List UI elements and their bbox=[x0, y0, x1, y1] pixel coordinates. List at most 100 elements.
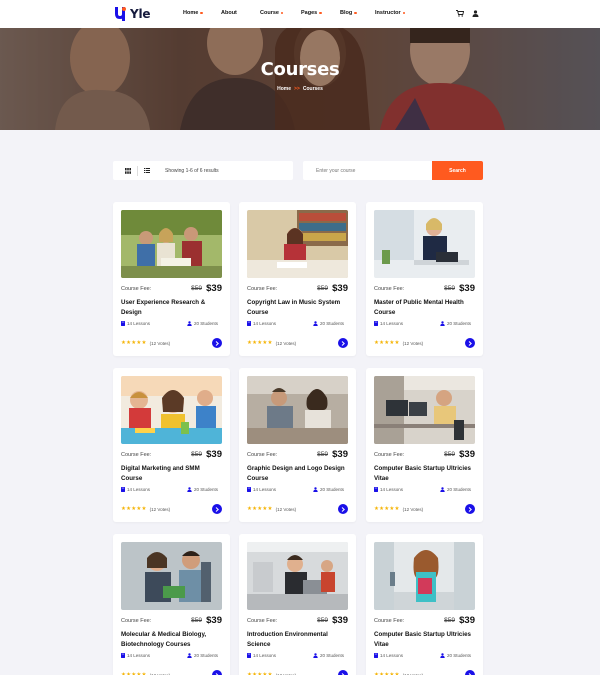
search-button[interactable]: Search bbox=[432, 161, 483, 180]
rating-stars-icon: ★★★★★ bbox=[374, 506, 400, 512]
course-card-2[interactable]: Course Fee: $59 $39 Copyright Law in Mus… bbox=[239, 202, 356, 356]
course-card-3[interactable]: Course Fee: $59 $39 Master of Public Men… bbox=[366, 202, 483, 356]
course-title[interactable]: Computer Basic Startup Ultricies Vitae bbox=[374, 630, 475, 649]
lessons-count: 14 Lessons bbox=[247, 321, 276, 326]
view-course-button[interactable] bbox=[465, 670, 475, 675]
nav-course[interactable]: Course bbox=[260, 10, 284, 16]
lessons-count: 14 Lessons bbox=[247, 653, 276, 658]
course-image bbox=[247, 376, 348, 444]
old-price: $59 bbox=[444, 285, 455, 292]
view-course-button[interactable] bbox=[212, 504, 222, 514]
students-icon bbox=[440, 653, 445, 658]
students-count: 20 Students bbox=[313, 321, 344, 326]
old-price: $59 bbox=[444, 451, 455, 458]
chevron-right-icon bbox=[215, 340, 219, 346]
grid-view-button[interactable] bbox=[122, 161, 134, 180]
hero-banner: Courses Home >> Courses bbox=[0, 28, 600, 130]
book-icon bbox=[121, 321, 125, 326]
course-fee-row: Course Fee: $59 $39 bbox=[374, 283, 475, 295]
fee-label: Course Fee: bbox=[121, 452, 152, 458]
view-course-button[interactable] bbox=[465, 504, 475, 514]
students-icon bbox=[313, 321, 318, 326]
view-course-button[interactable] bbox=[465, 338, 475, 348]
view-toolbar: Showing 1-6 of 6 results bbox=[113, 161, 293, 180]
page-title: Courses bbox=[260, 59, 340, 80]
course-image bbox=[247, 210, 348, 278]
view-course-button[interactable] bbox=[338, 670, 348, 675]
course-thumbnail[interactable] bbox=[247, 376, 348, 444]
book-icon bbox=[374, 321, 378, 326]
cart-icon[interactable] bbox=[456, 10, 464, 17]
fee-label: Course Fee: bbox=[247, 286, 278, 292]
course-title[interactable]: Digital Marketing and SMM Course bbox=[121, 464, 222, 483]
course-thumbnail[interactable] bbox=[374, 542, 475, 610]
students-count: 20 Students bbox=[313, 487, 344, 492]
fee-label: Course Fee: bbox=[374, 452, 405, 458]
course-title[interactable]: Molecular & Medical Biology, Biotechnolo… bbox=[121, 630, 222, 649]
course-card-6[interactable]: Course Fee: $59 $39 Computer Basic Start… bbox=[366, 368, 483, 522]
votes-text: (12 Votes) bbox=[149, 340, 171, 346]
course-title[interactable]: Graphic Design and Logo Design Course bbox=[247, 464, 348, 483]
course-thumbnail[interactable] bbox=[121, 542, 222, 610]
votes-text: (12 Votes) bbox=[275, 506, 297, 512]
course-fee-row: Course Fee: $59 $39 bbox=[121, 283, 222, 295]
course-card-4[interactable]: Course Fee: $59 $39 Digital Marketing an… bbox=[113, 368, 230, 522]
course-thumbnail[interactable] bbox=[247, 210, 348, 278]
lessons-text: 14 Lessons bbox=[127, 321, 151, 326]
lessons-count: 14 Lessons bbox=[374, 321, 403, 326]
logo-text: Yle bbox=[130, 7, 151, 21]
course-title[interactable]: Master of Public Mental Health Course bbox=[374, 298, 475, 317]
nav-about[interactable]: About bbox=[221, 10, 237, 16]
students-text: 20 Students bbox=[447, 653, 472, 658]
lessons-text: 14 Lessons bbox=[127, 487, 151, 492]
course-thumbnail[interactable] bbox=[374, 210, 475, 278]
logo[interactable]: Yle bbox=[113, 6, 151, 22]
rating: ★★★★★ (12 Votes) bbox=[374, 340, 423, 346]
course-title[interactable]: Copyright Law in Music System Course bbox=[247, 298, 348, 317]
course-title[interactable]: User Experience Research & Design bbox=[121, 298, 222, 317]
view-course-button[interactable] bbox=[212, 670, 222, 675]
fee-label: Course Fee: bbox=[374, 286, 405, 292]
course-title[interactable]: Introduction Environmental Science bbox=[247, 630, 348, 649]
nav-blog[interactable]: Blog bbox=[340, 10, 357, 16]
votes-text: (12 Votes) bbox=[275, 340, 297, 346]
list-view-button[interactable] bbox=[141, 161, 153, 180]
course-image bbox=[374, 210, 475, 278]
lessons-count: 14 Lessons bbox=[374, 653, 403, 658]
nav-home[interactable]: Home bbox=[183, 10, 203, 16]
students-icon bbox=[187, 321, 192, 326]
course-title[interactable]: Computer Basic Startup Ultricies Vitae bbox=[374, 464, 475, 483]
students-text: 20 Students bbox=[320, 487, 345, 492]
course-thumbnail[interactable] bbox=[121, 376, 222, 444]
course-card-8[interactable]: Course Fee: $59 $39 Introduction Environ… bbox=[239, 534, 356, 675]
search-input[interactable] bbox=[303, 161, 432, 180]
view-course-button[interactable] bbox=[338, 338, 348, 348]
votes-text: (12 Votes) bbox=[402, 340, 424, 346]
lessons-count: 14 Lessons bbox=[121, 487, 150, 492]
course-fee-row: Course Fee: $59 $39 bbox=[374, 615, 475, 627]
lessons-text: 14 Lessons bbox=[253, 487, 277, 492]
price: $39 bbox=[206, 449, 222, 460]
course-thumbnail[interactable] bbox=[374, 376, 475, 444]
course-image bbox=[121, 542, 222, 610]
breadcrumb: Home >> Courses bbox=[0, 86, 600, 92]
view-course-button[interactable] bbox=[212, 338, 222, 348]
course-card-5[interactable]: Course Fee: $59 $39 Graphic Design and L… bbox=[239, 368, 356, 522]
course-thumbnail[interactable] bbox=[121, 210, 222, 278]
view-course-button[interactable] bbox=[338, 504, 348, 514]
course-thumbnail[interactable] bbox=[247, 542, 348, 610]
students-text: 20 Students bbox=[194, 321, 219, 326]
course-fee-row: Course Fee: $59 $39 bbox=[247, 449, 348, 461]
nav-pages[interactable]: Pages bbox=[301, 10, 322, 16]
user-icon[interactable] bbox=[472, 10, 479, 17]
course-card-1[interactable]: Course Fee: $59 $39 User Experience Rese… bbox=[113, 202, 230, 356]
course-card-9[interactable]: Course Fee: $59 $39 Computer Basic Start… bbox=[366, 534, 483, 675]
course-card-7[interactable]: Course Fee: $59 $39 Molecular & Medical … bbox=[113, 534, 230, 675]
breadcrumb-home[interactable]: Home bbox=[277, 86, 291, 92]
nav-instructor[interactable]: Instructor bbox=[375, 10, 406, 16]
book-icon bbox=[121, 487, 125, 492]
lessons-count: 14 Lessons bbox=[247, 487, 276, 492]
course-fee-row: Course Fee: $59 $39 bbox=[121, 449, 222, 461]
lessons-count: 14 Lessons bbox=[374, 487, 403, 492]
course-image bbox=[374, 376, 475, 444]
